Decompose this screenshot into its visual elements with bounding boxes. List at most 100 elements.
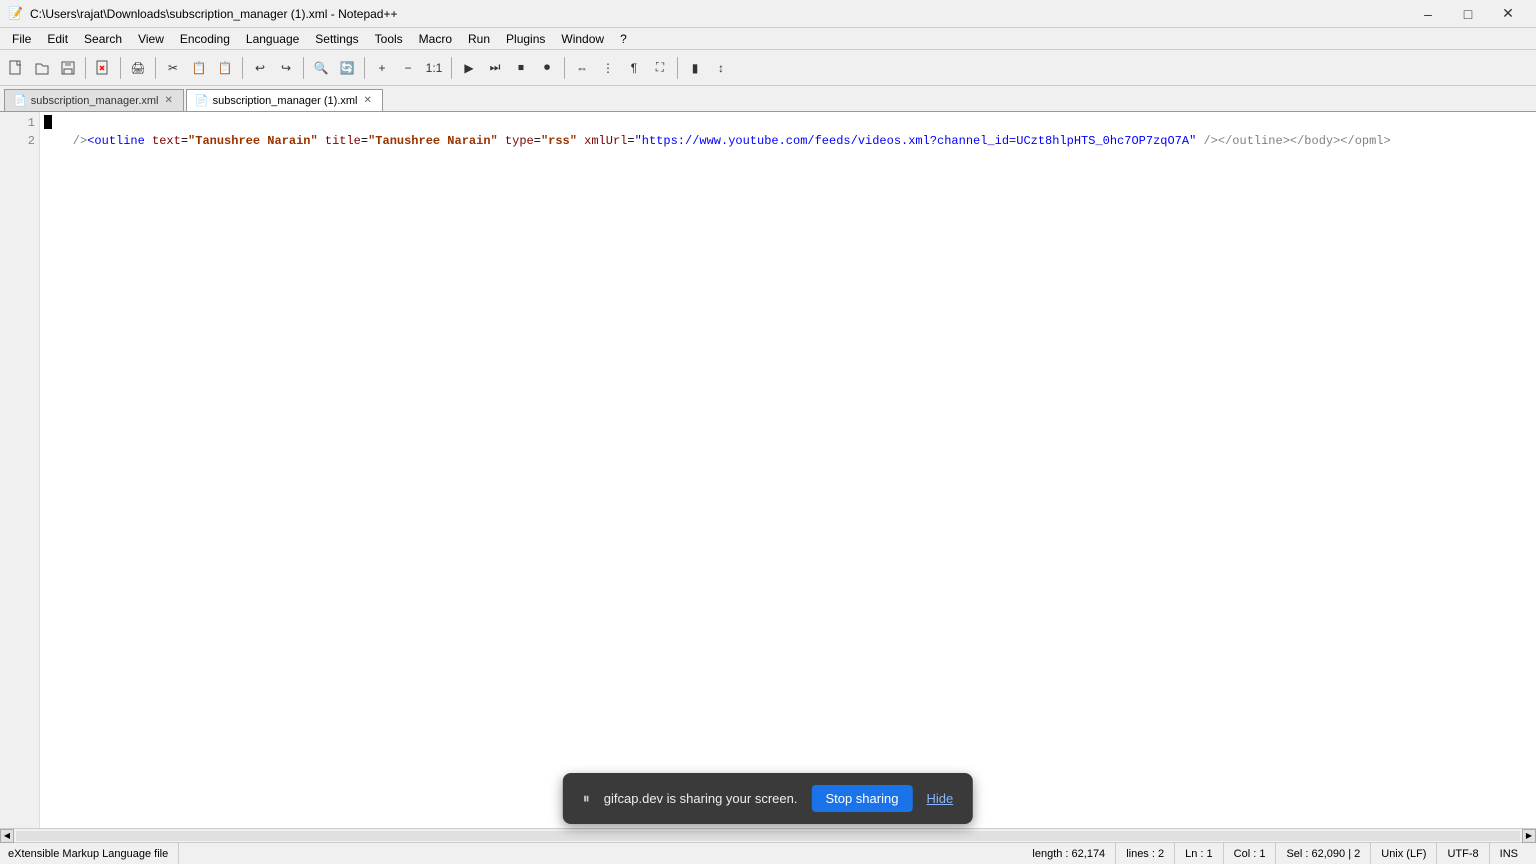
file-type-status: eXtensible Markup Language file bbox=[8, 843, 179, 864]
menu-bar: FileEditSearchViewEncodingLanguageSettin… bbox=[0, 28, 1536, 50]
col-label: Col : 1 bbox=[1234, 848, 1266, 860]
menu-item-language[interactable]: Language bbox=[238, 30, 307, 48]
lines-status: lines : 2 bbox=[1116, 843, 1175, 864]
stop-sharing-button[interactable]: Stop sharing bbox=[811, 785, 912, 812]
ln-label: Ln : 1 bbox=[1185, 848, 1213, 860]
menu-item-encoding[interactable]: Encoding bbox=[172, 30, 238, 48]
copy-button[interactable]: 📋 bbox=[187, 56, 211, 80]
toolbar-separator-2 bbox=[120, 57, 121, 79]
menu-item-tools[interactable]: Tools bbox=[367, 30, 411, 48]
toolbar-separator-1 bbox=[85, 57, 86, 79]
line-num-2: 2 bbox=[0, 132, 35, 150]
word-wrap-button[interactable]: ⇔ bbox=[570, 56, 594, 80]
menu-item-macro[interactable]: Macro bbox=[411, 30, 460, 48]
line-num-1: 1 bbox=[0, 114, 35, 132]
new-file-button[interactable] bbox=[4, 56, 28, 80]
menu-item-file[interactable]: File bbox=[4, 30, 39, 48]
panel-toggle-button[interactable]: ▮ bbox=[683, 56, 707, 80]
tab-close-2[interactable]: ✕ bbox=[361, 95, 373, 106]
undo-button[interactable]: ↩ bbox=[248, 56, 272, 80]
zoom-in-button[interactable]: + bbox=[370, 56, 394, 80]
open-file-button[interactable] bbox=[30, 56, 54, 80]
toolbar-separator-9 bbox=[677, 57, 678, 79]
toolbar-separator-7 bbox=[451, 57, 452, 79]
length-status: length : 62,174 bbox=[1022, 843, 1116, 864]
encoding-status: UTF-8 bbox=[1437, 843, 1489, 864]
file-type-label: eXtensible Markup Language file bbox=[8, 848, 168, 860]
sel-status: Sel : 62,090 | 2 bbox=[1276, 843, 1371, 864]
sharing-message: gifcap.dev is sharing your screen. bbox=[604, 791, 798, 806]
toolbar: 🖨 ✂ 📋 📋 ↩ ↪ 🔍 🔄 + − 1:1 ▶ ⏭ ⏹ ⏺ ⇔ ⋮ ¶ ⛶ … bbox=[0, 50, 1536, 86]
run-prev-macro-button[interactable]: ⏭ bbox=[483, 56, 507, 80]
find-replace-button[interactable]: 🔄 bbox=[335, 56, 359, 80]
scroll-right-button[interactable]: ▶ bbox=[1522, 829, 1536, 843]
maximize-button[interactable]: □ bbox=[1448, 0, 1488, 28]
lines-label: lines : 2 bbox=[1126, 848, 1164, 860]
cut-button[interactable]: ✂ bbox=[161, 56, 185, 80]
close-button[interactable]: ✕ bbox=[1488, 0, 1528, 28]
print-button[interactable]: 🖨 bbox=[126, 56, 150, 80]
sel-label: Sel : 62,090 | 2 bbox=[1286, 848, 1360, 860]
save-button[interactable] bbox=[56, 56, 80, 80]
insert-mode-status: INS bbox=[1490, 843, 1528, 864]
tab-subscription-manager-1-xml[interactable]: 📄 subscription_manager (1).xml ✕ bbox=[186, 89, 383, 111]
menu-item-edit[interactable]: Edit bbox=[39, 30, 76, 48]
line-numbers: 1 2 bbox=[0, 112, 40, 828]
status-bar: eXtensible Markup Language file length :… bbox=[0, 842, 1536, 864]
close-doc-button[interactable] bbox=[91, 56, 115, 80]
tab-icon-2: 📄 bbox=[195, 94, 209, 107]
tab-label-2: subscription_manager (1).xml bbox=[213, 95, 358, 107]
tab-bar: 📄 subscription_manager.xml ✕ 📄 subscript… bbox=[0, 86, 1536, 112]
scroll-left-button[interactable]: ◀ bbox=[0, 829, 14, 843]
toolbar-separator-8 bbox=[564, 57, 565, 79]
stop-macro-button[interactable]: ⏹ bbox=[509, 56, 533, 80]
title-bar: 📝 C:\Users\rajat\Downloads\subscription_… bbox=[0, 0, 1536, 28]
scrollbar-track[interactable] bbox=[16, 831, 1520, 841]
editor-container[interactable]: 1 2 /><outline text="Tanushree Narain" t… bbox=[0, 112, 1536, 828]
menu-item-view[interactable]: View bbox=[130, 30, 172, 48]
sync-scroll-button[interactable]: ↕ bbox=[709, 56, 733, 80]
tab-close-1[interactable]: ✕ bbox=[163, 95, 175, 106]
find-button[interactable]: 🔍 bbox=[309, 56, 333, 80]
line-ending-label: Unix (LF) bbox=[1381, 848, 1426, 860]
insert-mode-label: INS bbox=[1500, 848, 1518, 860]
menu-item-settings[interactable]: Settings bbox=[307, 30, 366, 48]
sharing-banner: ⏸ gifcap.dev is sharing your screen. Sto… bbox=[563, 773, 973, 824]
editor-content[interactable]: /><outline text="Tanushree Narain" title… bbox=[40, 112, 1536, 828]
length-label: length : 62,174 bbox=[1032, 848, 1105, 860]
tab-subscription-manager-xml[interactable]: 📄 subscription_manager.xml ✕ bbox=[4, 89, 184, 111]
col-status: Col : 1 bbox=[1224, 843, 1277, 864]
encoding-label: UTF-8 bbox=[1447, 848, 1478, 860]
toolbar-separator-6 bbox=[364, 57, 365, 79]
tab-label-1: subscription_manager.xml bbox=[31, 95, 159, 107]
zoom-restore-button[interactable]: 1:1 bbox=[422, 56, 446, 80]
minimize-button[interactable]: – bbox=[1408, 0, 1448, 28]
toolbar-separator-3 bbox=[155, 57, 156, 79]
run-macro-button[interactable]: ▶ bbox=[457, 56, 481, 80]
app-icon: 📝 bbox=[8, 6, 24, 22]
fullscreen-button[interactable]: ⛶ bbox=[648, 56, 672, 80]
tab-icon-1: 📄 bbox=[13, 94, 27, 107]
menu-item-run[interactable]: Run bbox=[460, 30, 498, 48]
title-text: C:\Users\rajat\Downloads\subscription_ma… bbox=[30, 7, 398, 21]
hide-button[interactable]: Hide bbox=[926, 791, 953, 806]
start-record-button[interactable]: ⏺ bbox=[535, 56, 559, 80]
zoom-out-button[interactable]: − bbox=[396, 56, 420, 80]
paste-button[interactable]: 📋 bbox=[213, 56, 237, 80]
code-line-1 bbox=[44, 114, 1532, 132]
title-bar-controls: – □ ✕ bbox=[1408, 0, 1528, 28]
menu-item-plugins[interactable]: Plugins bbox=[498, 30, 553, 48]
code-line-2: /><outline text="Tanushree Narain" title… bbox=[44, 132, 1532, 150]
toolbar-separator-5 bbox=[303, 57, 304, 79]
menu-item-window[interactable]: Window bbox=[553, 30, 612, 48]
horizontal-scrollbar[interactable]: ◀ ▶ bbox=[0, 828, 1536, 842]
pause-icon: ⏸ bbox=[583, 790, 590, 807]
redo-button[interactable]: ↪ bbox=[274, 56, 298, 80]
title-bar-left: 📝 C:\Users\rajat\Downloads\subscription_… bbox=[8, 6, 398, 22]
toolbar-separator-4 bbox=[242, 57, 243, 79]
indent-guide-button[interactable]: ⋮ bbox=[596, 56, 620, 80]
menu-item-search[interactable]: Search bbox=[76, 30, 130, 48]
menu-item-?[interactable]: ? bbox=[612, 30, 635, 48]
line-ending-status: Unix (LF) bbox=[1371, 843, 1437, 864]
whitespace-button[interactable]: ¶ bbox=[622, 56, 646, 80]
